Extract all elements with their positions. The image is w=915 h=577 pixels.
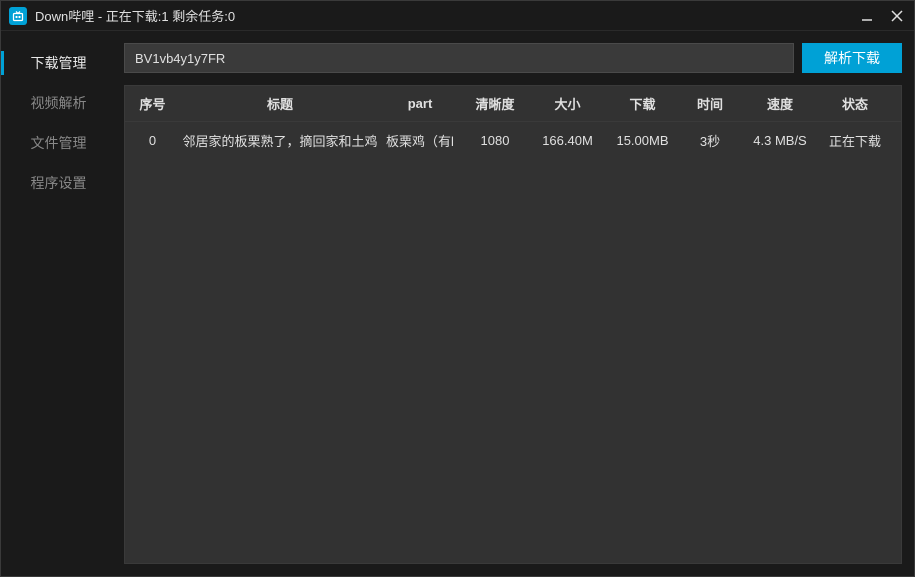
cell-status: 正在下载 <box>820 131 890 150</box>
header-quality: 清晰度 <box>460 94 530 113</box>
header-part: part <box>380 96 460 111</box>
cell-download: 15.00MB <box>605 133 680 148</box>
cell-time: 3秒 <box>680 131 740 150</box>
window-controls <box>858 7 906 25</box>
content-area: 解析下载 序号 标题 part 清晰度 大小 下载 时间 速度 状态 0 邻居家… <box>116 31 914 576</box>
header-index: 序号 <box>125 94 180 113</box>
cell-size: 166.40M <box>530 133 605 148</box>
header-size: 大小 <box>530 94 605 113</box>
cell-part: 板栗鸡（有l <box>380 131 460 150</box>
cell-title: 邻居家的板栗熟了，摘回家和土鸡 <box>180 131 380 150</box>
app-icon <box>9 7 27 25</box>
parse-download-button[interactable]: 解析下载 <box>802 43 902 73</box>
sidebar-item-label: 视频解析 <box>31 93 87 113</box>
header-status: 状态 <box>820 94 890 113</box>
cell-quality: 1080 <box>460 133 530 148</box>
minimize-button[interactable] <box>858 7 876 25</box>
sidebar-item-label: 下载管理 <box>31 53 87 73</box>
header-time: 时间 <box>680 94 740 113</box>
url-input[interactable] <box>124 43 794 73</box>
table-header: 序号 标题 part 清晰度 大小 下载 时间 速度 状态 <box>125 86 901 122</box>
titlebar: Down哔哩 - 正在下载:1 剩余任务:0 <box>1 1 914 31</box>
table-row[interactable]: 0 邻居家的板栗熟了，摘回家和土鸡 板栗鸡（有l 1080 166.40M 15… <box>125 122 901 158</box>
header-download: 下载 <box>605 94 680 113</box>
input-row: 解析下载 <box>124 43 902 73</box>
cell-index: 0 <box>125 133 180 148</box>
sidebar-item-file-manage[interactable]: 文件管理 <box>1 123 116 163</box>
sidebar-item-label: 程序设置 <box>31 173 87 193</box>
header-speed: 速度 <box>740 94 820 113</box>
sidebar-item-settings[interactable]: 程序设置 <box>1 163 116 203</box>
close-button[interactable] <box>888 7 906 25</box>
sidebar-item-video-parse[interactable]: 视频解析 <box>1 83 116 123</box>
header-title: 标题 <box>180 94 380 113</box>
window-title: Down哔哩 - 正在下载:1 剩余任务:0 <box>35 6 858 25</box>
sidebar-item-download-manage[interactable]: 下载管理 <box>1 43 116 83</box>
sidebar: 下载管理 视频解析 文件管理 程序设置 <box>1 31 116 576</box>
cell-speed: 4.3 MB/S <box>740 133 820 148</box>
download-table: 序号 标题 part 清晰度 大小 下载 时间 速度 状态 0 邻居家的板栗熟了… <box>124 85 902 564</box>
sidebar-item-label: 文件管理 <box>31 133 87 153</box>
